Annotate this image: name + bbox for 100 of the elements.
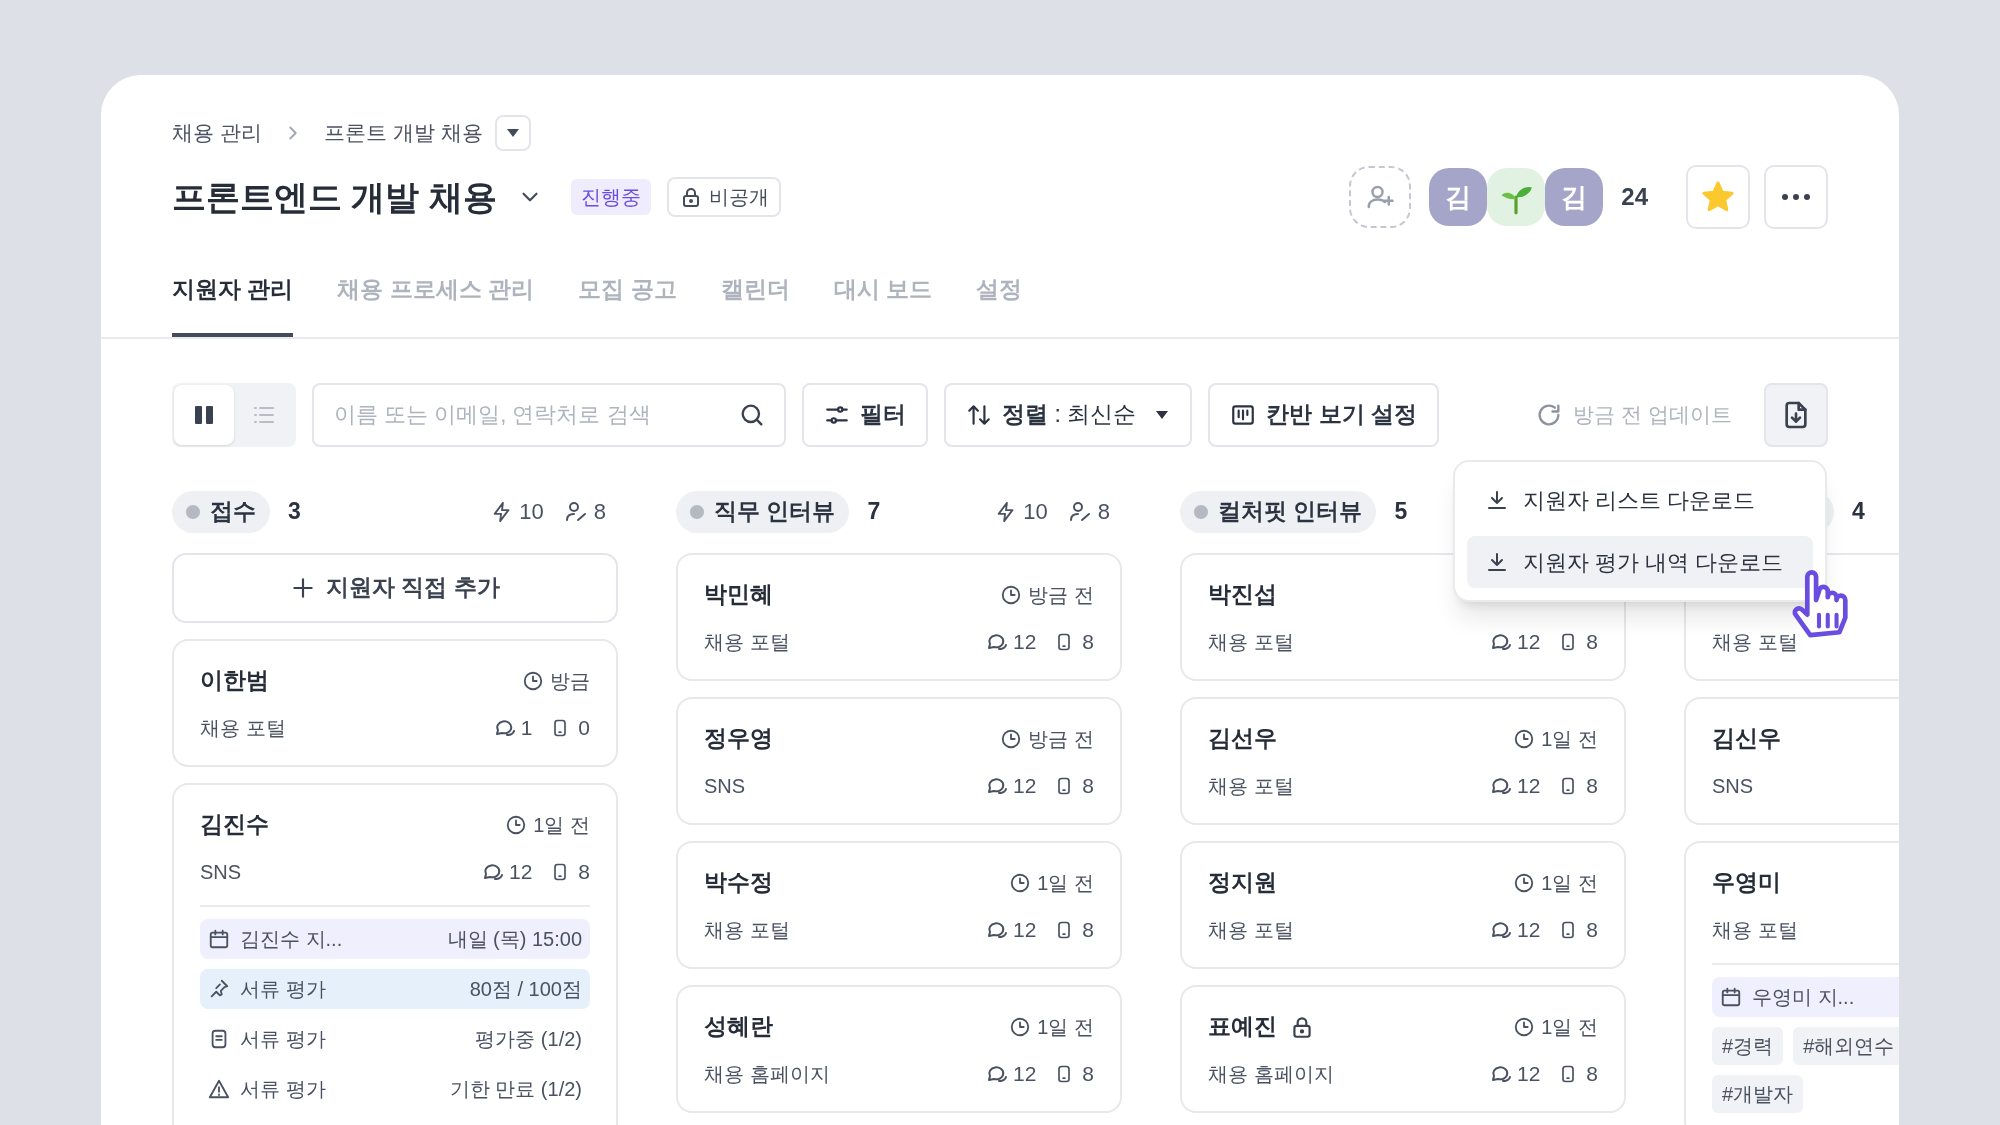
source-label: 채용 포털 <box>704 917 790 943</box>
applicant-name: 표예진 <box>1208 1012 1277 1042</box>
add-applicant-button[interactable]: 지원자 직접 추가 <box>172 552 618 623</box>
activity-value: 평가중 (1/2) <box>475 1026 582 1052</box>
activity-row[interactable]: 서류 평가 기한 만료 (1/2) <box>200 1068 590 1109</box>
applicant-card[interactable]: 박수정 1일 전 채용 포털 12 8 <box>676 840 1122 969</box>
more-icon <box>1781 193 1811 201</box>
device-count: 8 <box>1558 1057 1598 1090</box>
calendar-icon <box>1720 985 1742 1008</box>
time-label: 1일 전 <box>1513 723 1598 754</box>
device-count: 0 <box>550 711 590 744</box>
page-title: 프론트엔드 개발 채용 <box>172 176 497 218</box>
clock-icon <box>1009 871 1032 894</box>
calendar-icon <box>208 927 230 950</box>
clock-icon <box>1513 1015 1536 1038</box>
applicant-card[interactable]: 성혜란 1일 전 채용 홈페이지 12 8 <box>676 984 1122 1113</box>
bolt-count: 10 <box>995 495 1048 528</box>
device-count: 8 <box>1054 769 1094 802</box>
device-count: 8 <box>1558 625 1598 658</box>
kanban-settings-button[interactable]: 칸반 보기 설정 <box>1208 382 1439 447</box>
assignee-count: 8 <box>563 495 606 528</box>
clock-icon <box>1000 583 1023 606</box>
download-icon <box>1485 550 1509 574</box>
source-label: 채용 포털 <box>1712 629 1798 655</box>
warning-icon <box>208 1077 230 1100</box>
clock-icon <box>1513 871 1536 894</box>
comment-count: 12 <box>984 913 1037 946</box>
applicant-card[interactable]: 김선우 1일 전 채용 포털 12 8 <box>1180 696 1626 825</box>
time-label: 1일 전 <box>1513 1011 1598 1042</box>
stage-name: 직무 인터뷰 <box>714 497 836 527</box>
member-avatar[interactable] <box>1487 168 1546 226</box>
tag: #개발자 <box>1712 1074 1804 1113</box>
download-icon <box>1485 488 1509 512</box>
activity-row[interactable]: 우영미 지... <box>1712 976 1899 1017</box>
tab[interactable]: 지원자 관리 <box>172 272 294 337</box>
add-member-button[interactable] <box>1349 166 1412 228</box>
pin-icon <box>208 977 230 1000</box>
columns-icon <box>193 403 215 426</box>
source-label: 채용 홈페이지 <box>704 1061 830 1087</box>
time-label: 방금 전 <box>1000 579 1094 610</box>
comment-count: 12 <box>1488 769 1541 802</box>
breadcrumb-link[interactable]: 프론트 개발 채용 <box>323 117 483 149</box>
time-label: 1일 전 <box>505 809 590 840</box>
source-label: 채용 포털 <box>1208 629 1294 655</box>
source-label: SNS <box>200 859 242 885</box>
applicant-card[interactable]: 김진수 1일 전 SNS 12 8 김진수 지... 내일 (목) 15:00 서류 평가 80점 / 100점 서류 평가 평가중 (1/2) 서류 평가 기한 만료 (1/2) <box>172 782 618 1125</box>
dropdown-button[interactable] <box>494 115 531 151</box>
board-view-button[interactable] <box>174 384 234 445</box>
device-count: 8 <box>1054 913 1094 946</box>
tag: #해외연수 <box>1793 1026 1899 1065</box>
time-label: 1일 전 <box>1009 867 1094 898</box>
download-button[interactable] <box>1764 382 1828 447</box>
applicant-name: 이한범 <box>200 666 269 696</box>
applicant-card[interactable]: 박민혜 방금 전 채용 포털 12 8 <box>676 552 1122 681</box>
search-field[interactable]: 이름 또는 이메일, 연락처로 검색 <box>312 382 786 447</box>
filter-button[interactable]: 필터 <box>802 382 928 447</box>
activity-row[interactable]: 서류 평가 평가중 (1/2) <box>200 1018 590 1059</box>
stage-count: 5 <box>1394 497 1408 527</box>
device-count: 8 <box>550 855 590 888</box>
activity-label: 서류 평가 <box>240 1026 327 1052</box>
applicant-card[interactable]: 정지원 1일 전 채용 포털 12 8 <box>1180 840 1626 969</box>
applicant-card[interactable]: 이한범 방금 채용 포털 1 0 <box>172 638 618 767</box>
applicant-name: 박진섭 <box>1208 580 1277 610</box>
device-count: 8 <box>1558 769 1598 802</box>
applicant-name: 박수정 <box>704 868 773 898</box>
user-edit-icon <box>563 499 588 524</box>
clock-icon <box>1513 727 1536 750</box>
activity-label: 서류 평가 <box>240 1076 327 1102</box>
activity-value: 내일 (목) 15:00 <box>447 926 582 952</box>
clock-icon <box>1009 1015 1032 1038</box>
comment-count: 12 <box>1488 913 1541 946</box>
applicant-card[interactable]: 우영미 채용 포털 우영미 지... #경력 #해외연수 #개발자 <box>1684 840 1899 1125</box>
user-edit-icon <box>1067 499 1092 524</box>
breadcrumb-link[interactable]: 채용 관리 <box>172 117 262 149</box>
activity-row[interactable]: 서류 평가 80점 / 100점 <box>200 968 590 1009</box>
applicant-card[interactable]: 표예진 1일 전 채용 홈페이지 12 8 <box>1180 984 1626 1113</box>
sort-button[interactable]: 정렬 : 최신순 <box>944 382 1193 447</box>
source-label: 채용 포털 <box>704 629 790 655</box>
time-label: 방금 <box>522 665 590 696</box>
clock-icon <box>1000 727 1023 750</box>
applicant-name: 박민혜 <box>704 580 773 610</box>
source-label: 채용 포털 <box>200 715 286 741</box>
activity-value: 기한 만료 (1/2) <box>449 1076 582 1102</box>
applicant-name: 김선우 <box>1208 724 1277 754</box>
applicant-name: 정지원 <box>1208 868 1277 898</box>
tag: #경력 <box>1712 1026 1784 1065</box>
applicant-card[interactable]: 김신우 SNS <box>1684 696 1899 825</box>
source-label: 채용 포털 <box>1208 773 1294 799</box>
applicant-name: 정우영 <box>704 724 773 754</box>
stage-count: 4 <box>1852 497 1865 527</box>
activity-label: 우영미 지... <box>1752 984 1856 1010</box>
menu-item[interactable]: 지원자 리스트 다운로드 <box>1467 474 1813 526</box>
more-button[interactable] <box>1764 165 1828 229</box>
time-label: 1일 전 <box>1513 867 1598 898</box>
activity-value: 80점 / 100점 <box>469 976 582 1002</box>
bolt-count: 10 <box>491 495 544 528</box>
menu-item[interactable]: 지원자 평가 내역 다운로드 <box>1467 536 1813 588</box>
comment-count: 12 <box>1488 625 1541 658</box>
activity-row[interactable]: 김진수 지... 내일 (목) 15:00 <box>200 918 590 959</box>
applicant-card[interactable]: 정우영 방금 전 SNS 12 8 <box>676 696 1122 825</box>
